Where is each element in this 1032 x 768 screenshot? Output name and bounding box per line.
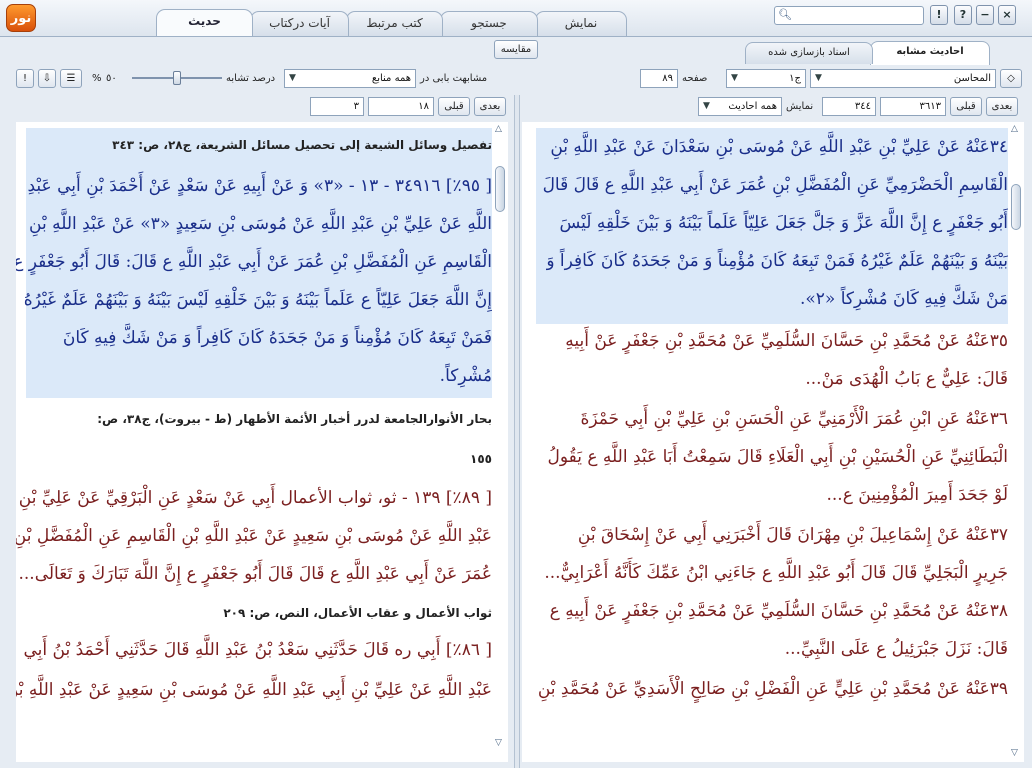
volume-value: ج١ xyxy=(789,73,801,84)
show-label: نمایش xyxy=(786,101,814,112)
chevron-down-icon: ▼ xyxy=(703,101,710,111)
left-previous-button[interactable]: قبلی xyxy=(438,97,470,116)
scroll-down-icon[interactable]: ▽ xyxy=(1011,748,1018,758)
compare-button[interactable]: مقایسه xyxy=(494,40,538,59)
text-line: فَمَنْ تَبِعَهُ كَانَ مُؤْمِناً وَ مَنْ … xyxy=(62,328,492,348)
percent-sign: % xyxy=(92,73,102,84)
show-filter-value: همه احادیث xyxy=(728,101,777,112)
text-line: إِنَّ اللَّهَ جَعَلَ عَلِيّاً ع عَلَماً … xyxy=(23,290,492,310)
source-heading: تفصيل وسائل الشيعة إلى تحصيل مسائل الشري… xyxy=(112,138,492,152)
text-line: [ ٨٩٪] ١٣٩ - ثو، ثواب الأعمال أَبِي عَنْ… xyxy=(18,488,492,508)
layout-toggle-button[interactable]: ☰ xyxy=(60,69,82,88)
text-line: [ ٩٥٪] ٣٤٩١٦ - ١٣ - «٣» وَ عَنْ أَبِيهِ … xyxy=(27,176,492,196)
text-line: مُشْرِكاً. xyxy=(439,366,492,386)
total-count-field: ٣٦١٣ xyxy=(880,97,946,116)
page-label: صفحه xyxy=(682,73,708,84)
show-filter-select[interactable]: همه احادیث ▼ xyxy=(698,97,782,116)
similarity-source-select[interactable]: همه منابع ▼ xyxy=(284,69,416,88)
text-line: مَنْ شَكَّ فِيهِ كَانَ مُشْرِكاً «٢». xyxy=(799,289,1008,309)
text-line: ٣٦عَنْهُ عَنِ ابْنِ عُمَرَ الْأَرْمَنِيِ… xyxy=(580,409,1008,429)
slider-handle[interactable] xyxy=(173,71,181,85)
main-hadith-text-pane[interactable]: ٣٤عَنْهُ عَنْ عَلِيِّ بْنِ عَبْدِ اللَّه… xyxy=(522,122,1008,762)
left-scrollbar[interactable]: △ ▽ xyxy=(492,122,508,762)
text-line: ٣٩عَنْهُ عَنْ مُحَمَّدِ بْنِ عَلِيٍّ عَن… xyxy=(537,679,1008,699)
similar-hadith-text-pane[interactable]: تفصيل وسائل الشيعة إلى تحصيل مسائل الشري… xyxy=(16,122,492,762)
list-icon: ☰ xyxy=(66,73,76,84)
similarity-slider[interactable] xyxy=(132,71,222,85)
chevron-down-icon: ▼ xyxy=(815,73,822,83)
book-icon-button[interactable]: ◇ xyxy=(1000,69,1022,88)
scroll-thumb[interactable] xyxy=(495,166,505,212)
source-heading: ثواب الأعمال و عقاب الأعمال، النص، ص: ٢٠… xyxy=(223,606,492,620)
text-line: اللَّهِ عَنْ عَلِيِّ بْنِ عَبْدِ اللَّهِ… xyxy=(29,214,492,234)
text-line: الْقَاسِمِ الْحَضْرَمِيِّ عَنِ الْمُفَضَ… xyxy=(542,175,1008,195)
text-line: ٣٤عَنْهُ عَنْ عَلِيِّ بْنِ عَبْدِ اللَّه… xyxy=(550,137,1008,157)
text-line: عُمَرَ عَنْ أَبِي عَبْدِ اللَّهِ ع قَالَ… xyxy=(18,564,493,584)
minimize-button[interactable]: − xyxy=(976,5,994,25)
similarity-percent-value: ٥٠ xyxy=(106,73,117,84)
left-total-count: ١٨ xyxy=(368,97,434,116)
similarity-percent-label: درصد تشابه xyxy=(226,73,276,84)
text-line: لَوْ جَحَدَ أَمِيرَ الْمُؤْمِنِينَ ع... xyxy=(826,485,1009,505)
search-input[interactable]: 🔍︎ xyxy=(774,6,924,25)
text-line: عَبْدِ اللَّهِ عَنْ عَلِيِّ بْنِ أَبِي ع… xyxy=(16,680,492,700)
text-line: قَالَ: عَلِيٌّ ع بَابُ الْهُدَى مَنْ... xyxy=(805,369,1008,389)
left-next-button[interactable]: بعدی xyxy=(474,97,506,116)
search-icon: 🔍︎ xyxy=(778,8,792,21)
tab-verses-in-book[interactable]: آیات درکتاب xyxy=(250,11,349,36)
chevron-down-icon: ⇩ xyxy=(42,73,52,84)
tab-hadith[interactable]: حدیث xyxy=(156,9,253,37)
app-logo-icon: نور xyxy=(6,4,36,32)
panel-splitter[interactable] xyxy=(514,95,520,768)
tab-related-books[interactable]: کتب مرتبط xyxy=(346,11,443,36)
top-bar: نور نمایش جستجو کتب مرتبط آیات درکتاب حد… xyxy=(0,0,1032,37)
text-line: عَبْدِ اللَّهِ عَنْ مُوسَى بْنِ سَعِيدٍ … xyxy=(16,526,492,546)
source-heading: بحار الأنوارالجامعة لدرر أخبار الأئمة ال… xyxy=(97,412,492,426)
sort-button[interactable]: ⇩ xyxy=(38,69,56,88)
chevron-down-icon: ▼ xyxy=(731,73,738,83)
text-line: أَبُو جَعْفَرٍ ع إِنَّ اللَّهَ عَزَّ وَ … xyxy=(559,213,1009,233)
next-button[interactable]: بعدی xyxy=(986,97,1018,116)
text-line: قَالَ: نَزَلَ جَبْرَئِيلُ ع عَلَى النَّب… xyxy=(784,639,1008,659)
text-line: الْبَطَائِنِيِّ عَنِ الْحُسَيْنِ بْنِ أَ… xyxy=(547,447,1008,467)
alert-button[interactable]: ! xyxy=(930,5,948,25)
divider xyxy=(0,36,1032,37)
exclamation-icon: ! xyxy=(22,73,27,84)
source-page-number: ١٥٥ xyxy=(470,452,492,466)
tab-display[interactable]: نمایش xyxy=(535,11,627,36)
previous-button[interactable]: قبلی xyxy=(950,97,982,116)
tab-similar-hadiths[interactable]: احادیث مشابه xyxy=(870,41,990,65)
current-count-field[interactable]: ٣٤٤ xyxy=(822,97,876,116)
tab-search[interactable]: جستجو xyxy=(440,11,538,36)
book-name: المحاسن xyxy=(953,73,991,84)
close-button[interactable]: × xyxy=(998,5,1016,25)
help-button[interactable]: ? xyxy=(954,5,972,25)
text-line: جَرِيرٍ الْبَجَلِيِّ قَالَ قَالَ أَبُو ع… xyxy=(544,563,1008,583)
scroll-thumb[interactable] xyxy=(1011,184,1021,230)
text-line: ٣٨عَنْهُ عَنْ مُحَمَّدِ بْنِ حَسَّانَ ال… xyxy=(549,601,1008,621)
text-line: ٣٧عَنْهُ عَنْ إِسْمَاعِيلَ بْنِ مِهْرَان… xyxy=(577,525,1008,545)
tag-icon: ◇ xyxy=(1007,73,1015,84)
text-line: [ ٨٦٪] أَبِي ره قَالَ حَدَّثَنِي سَعْدُ … xyxy=(23,640,492,660)
text-line: ٣٥عَنْهُ عَنْ مُحَمَّدِ بْنِ حَسَّانَ ال… xyxy=(565,331,1008,351)
similarity-source-value: همه منابع xyxy=(371,73,411,84)
scroll-up-icon[interactable]: △ xyxy=(1011,124,1018,134)
book-select[interactable]: المحاسن ▼ xyxy=(810,69,996,88)
tab-reconstructed-chains[interactable]: اسناد بازسازی شده xyxy=(745,42,873,64)
volume-select[interactable]: ج١ ▼ xyxy=(726,69,806,88)
text-line: بَيْنَهُ وَ بَيْنَهُمْ عَلَمٌ غَيْرُهُ ف… xyxy=(546,251,1008,271)
page-input[interactable]: ٨٩ xyxy=(640,69,678,88)
info-button[interactable]: ! xyxy=(16,69,34,88)
similarity-source-label: مشابهت بابی در xyxy=(420,73,488,84)
scroll-down-icon[interactable]: ▽ xyxy=(495,738,502,748)
text-line: الْقَاسِمِ عَنِ الْمُفَضَّلِ بْنِ عُمَرَ… xyxy=(16,252,492,272)
right-scrollbar[interactable]: △ ▽ xyxy=(1008,122,1024,762)
chevron-down-icon: ▼ xyxy=(289,73,296,83)
left-current-count[interactable]: ٣ xyxy=(310,97,364,116)
scroll-up-icon[interactable]: △ xyxy=(495,124,502,134)
